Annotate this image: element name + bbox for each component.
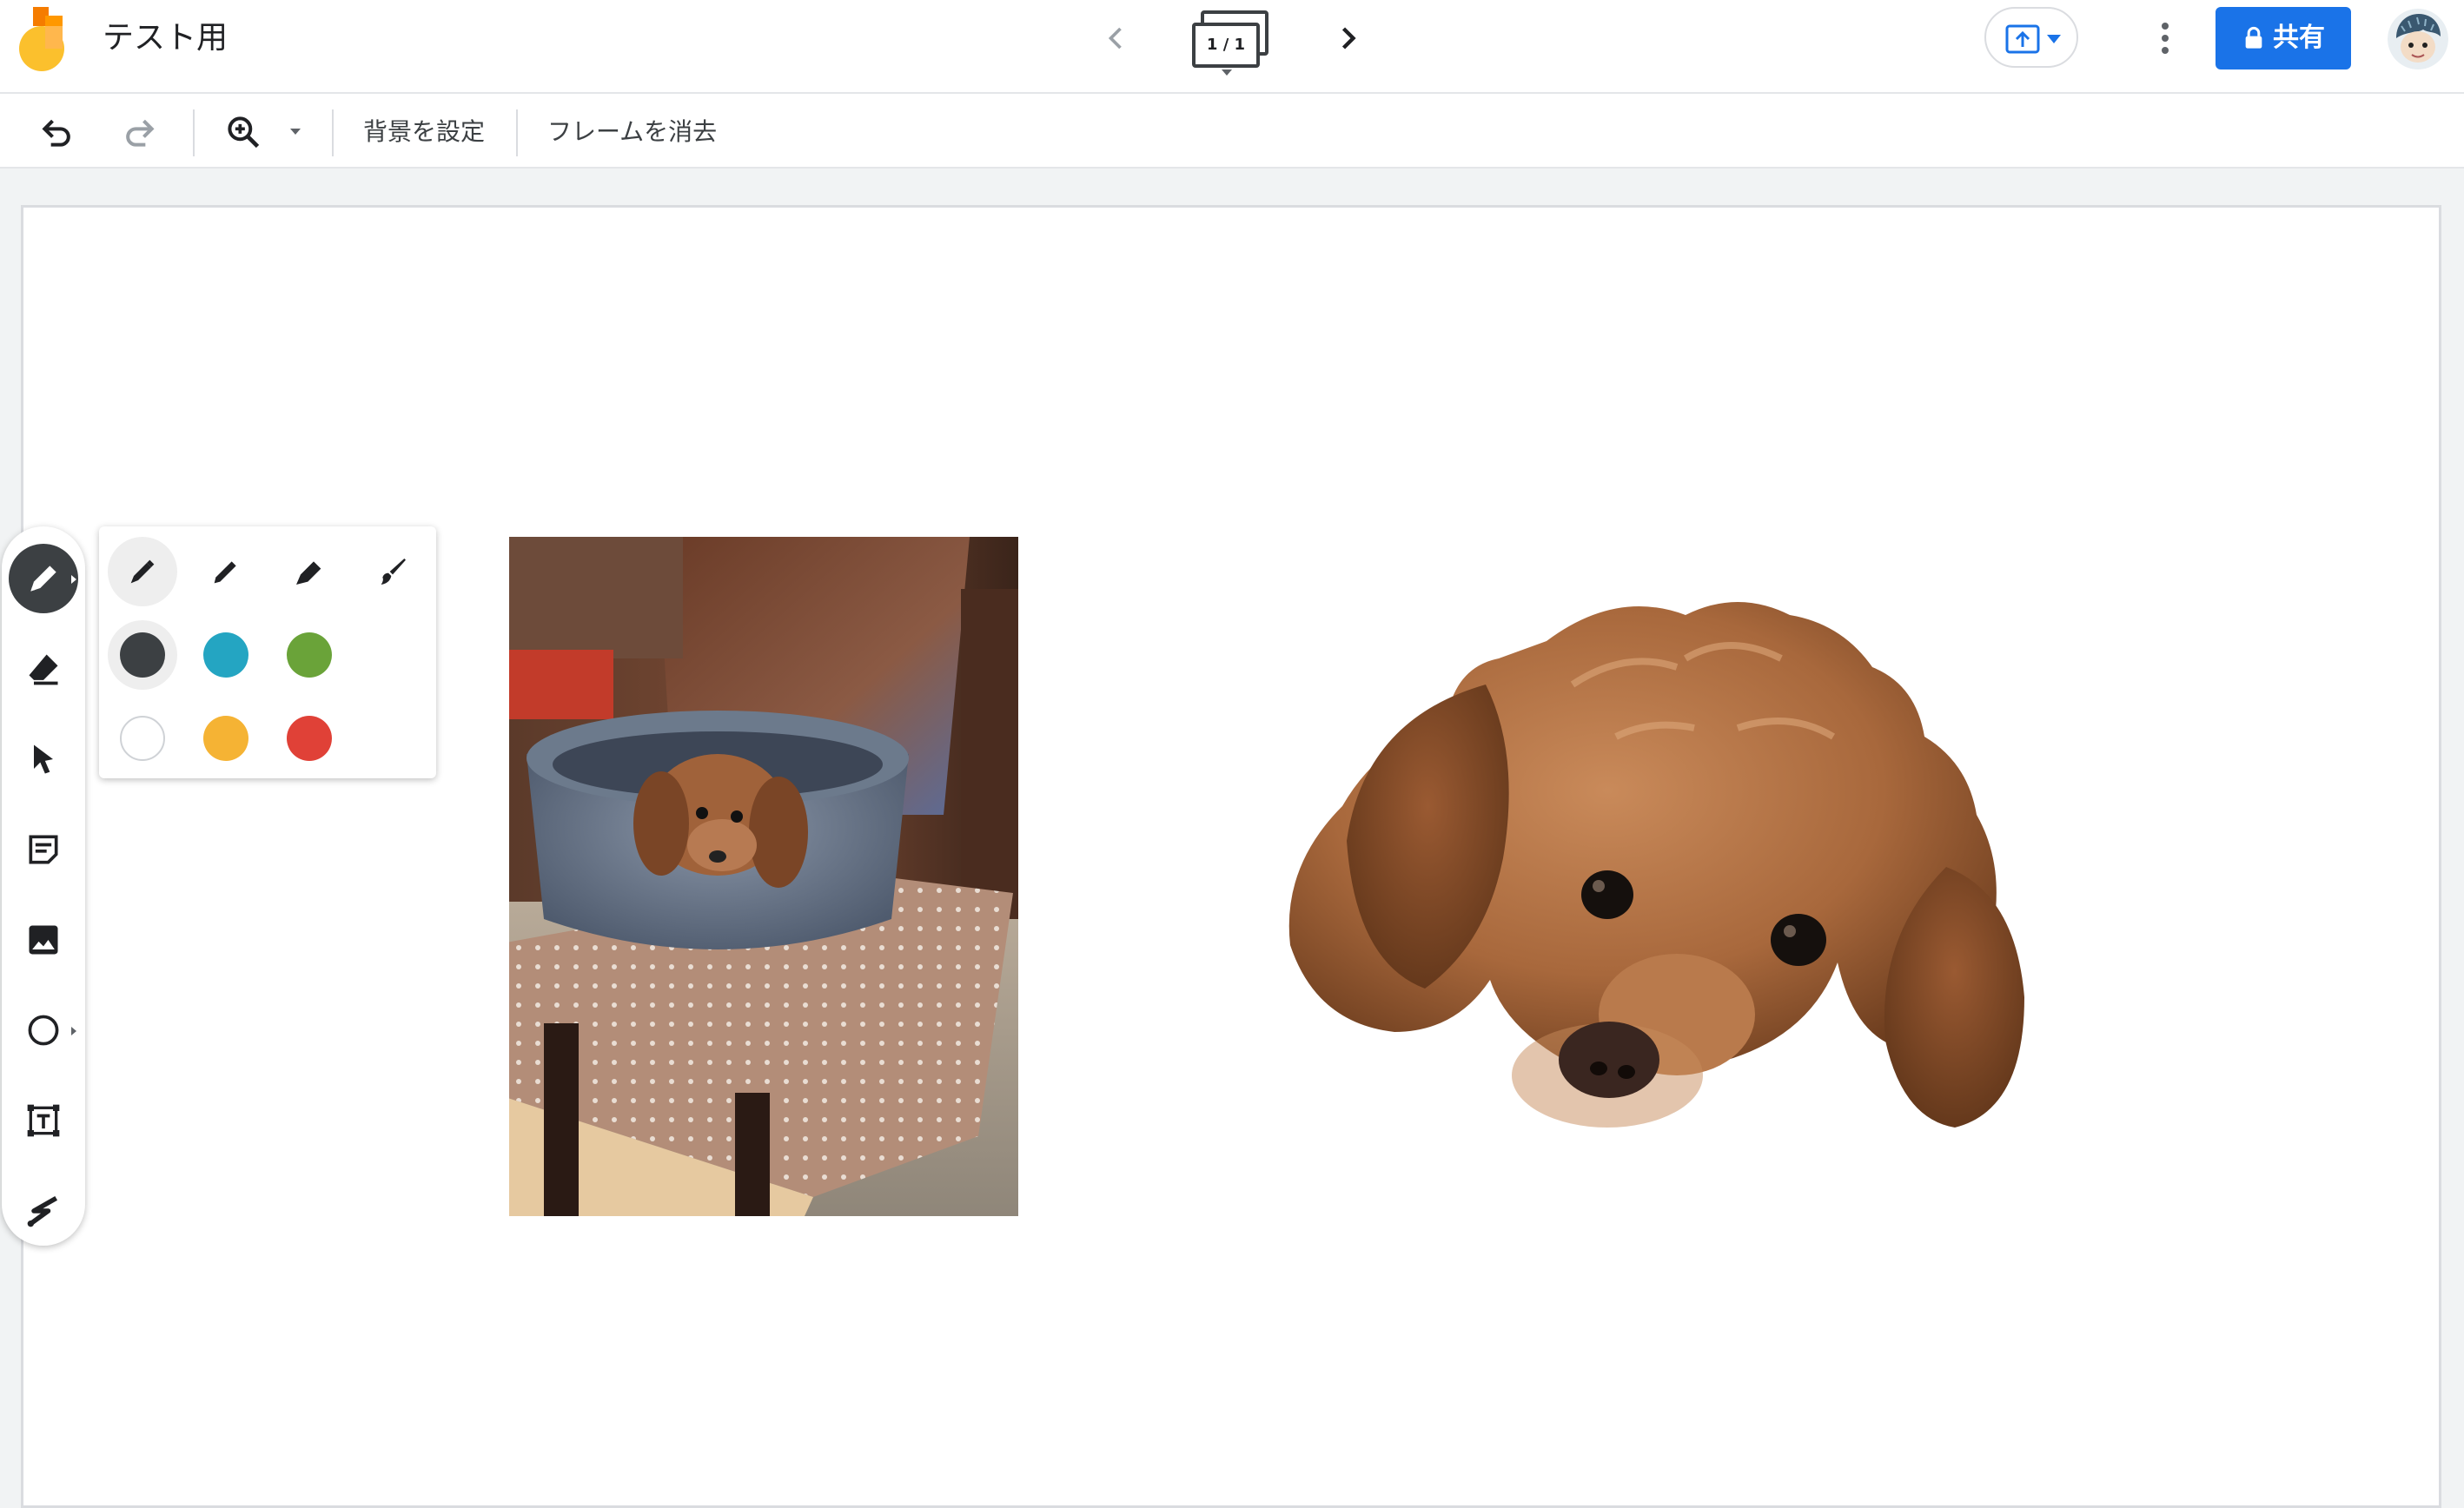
zoom-in-icon[interactable] [224,113,262,151]
lock-icon [2245,26,2262,49]
share-button[interactable]: 共有 [2216,7,2351,69]
jamboard-logo-icon [19,7,64,71]
frame-counter: 1 / 1 [1192,23,1260,68]
submenu-arrow-icon [71,575,76,584]
more-options-icon[interactable] [2146,17,2184,59]
select-tool-button[interactable] [9,724,78,794]
set-background-button[interactable]: 背景を設定 [363,109,485,155]
submenu-arrow-icon [71,1027,76,1035]
undo-icon[interactable] [38,113,76,151]
tool-rail [2,526,85,1246]
marker-icon [30,566,56,592]
shape-tool-button[interactable] [9,995,78,1065]
pen-option[interactable] [191,537,261,606]
toolbar-divider [332,109,334,156]
swatch-fill [287,716,332,761]
pen-icon [214,561,236,584]
laser-icon [27,1195,58,1227]
swatch-fill [120,632,165,678]
dog-in-basket-photo[interactable] [509,537,1018,1216]
image-icon [29,925,58,955]
text-box-icon [27,1104,60,1137]
sticky-note-tool-button[interactable] [9,815,78,884]
highlighter-icon [296,561,321,585]
brush-icon [381,559,406,585]
share-label: 共有 [2273,23,2325,53]
swatch-fill [287,632,332,678]
dog-head-cutout-image[interactable] [1286,580,2094,1154]
laser-tool-button[interactable] [9,1176,78,1246]
eraser-icon [29,654,58,685]
frame-dropdown-icon [1222,69,1232,76]
pen-tool-button[interactable] [9,544,78,613]
swatch-fill [120,716,165,761]
color-swatch-teal[interactable] [191,620,261,690]
color-swatch-green[interactable] [275,620,344,690]
toolbar-divider [193,109,195,156]
sticky-note-icon [29,835,58,864]
brush-option[interactable] [358,537,427,606]
zoom-dropdown-icon[interactable] [290,129,301,135]
color-swatch-dark-gray[interactable] [108,620,177,690]
pen-palette [99,526,436,778]
color-swatch-yellow[interactable] [191,704,261,773]
color-swatch-red[interactable] [275,704,344,773]
redo-icon[interactable] [120,113,158,151]
color-swatch-white[interactable] [108,704,177,773]
swatch-fill [203,632,248,678]
publish-button[interactable] [1984,7,2078,68]
app-header: テスト用 1 / 1 共有 [0,0,2464,94]
document-title[interactable]: テスト用 [103,17,228,59]
upload-frame-icon [2005,24,2040,54]
eraser-tool-button[interactable] [9,634,78,704]
previous-frame-icon[interactable] [1096,19,1135,57]
chevron-down-icon [2047,35,2061,43]
toolbar-divider [516,109,518,156]
clear-frame-button[interactable]: フレームを消去 [547,109,717,155]
highlighter-option[interactable] [275,537,344,606]
circle-icon [28,1015,59,1046]
swatch-fill [203,716,248,761]
user-avatar[interactable] [2388,9,2448,69]
marker-icon [130,559,155,584]
text-box-tool-button[interactable] [9,1086,78,1155]
cursor-icon [34,744,53,774]
next-frame-icon[interactable] [1329,19,1368,57]
edit-toolbar: 背景を設定 フレームを消去 [0,94,2464,169]
image-tool-button[interactable] [9,905,78,975]
marker-option[interactable] [108,537,177,606]
frame-indicator[interactable]: 1 / 1 [1189,9,1274,78]
